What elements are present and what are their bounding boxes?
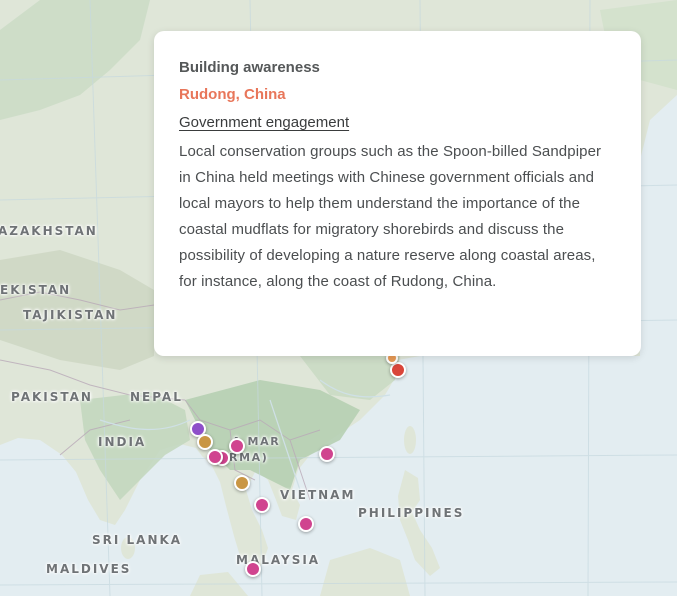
land-sri-lanka <box>121 537 135 559</box>
land-taiwan <box>404 426 416 454</box>
popup-heading: Building awareness <box>179 59 320 76</box>
marker-rudong[interactable] <box>390 362 406 378</box>
popup-description: Local conservation groups such as the Sp… <box>179 143 602 290</box>
popup-location: Rudong, China <box>179 86 286 103</box>
marker-thailand-1[interactable] <box>254 497 270 513</box>
popup-category-link[interactable]: Government engagement <box>179 114 349 131</box>
marker-myanmar-1[interactable] <box>229 438 245 454</box>
marker-bangladesh-gold[interactable] <box>197 434 213 450</box>
marker-malaysia[interactable] <box>245 561 261 577</box>
marker-vietnam-south[interactable] <box>298 516 314 532</box>
marker-vietnam-north[interactable] <box>319 446 335 462</box>
site-popup: Building awareness Rudong, China Governm… <box>154 31 641 356</box>
marker-myanmar-3[interactable] <box>207 449 223 465</box>
marker-thailand-gold[interactable] <box>234 475 250 491</box>
